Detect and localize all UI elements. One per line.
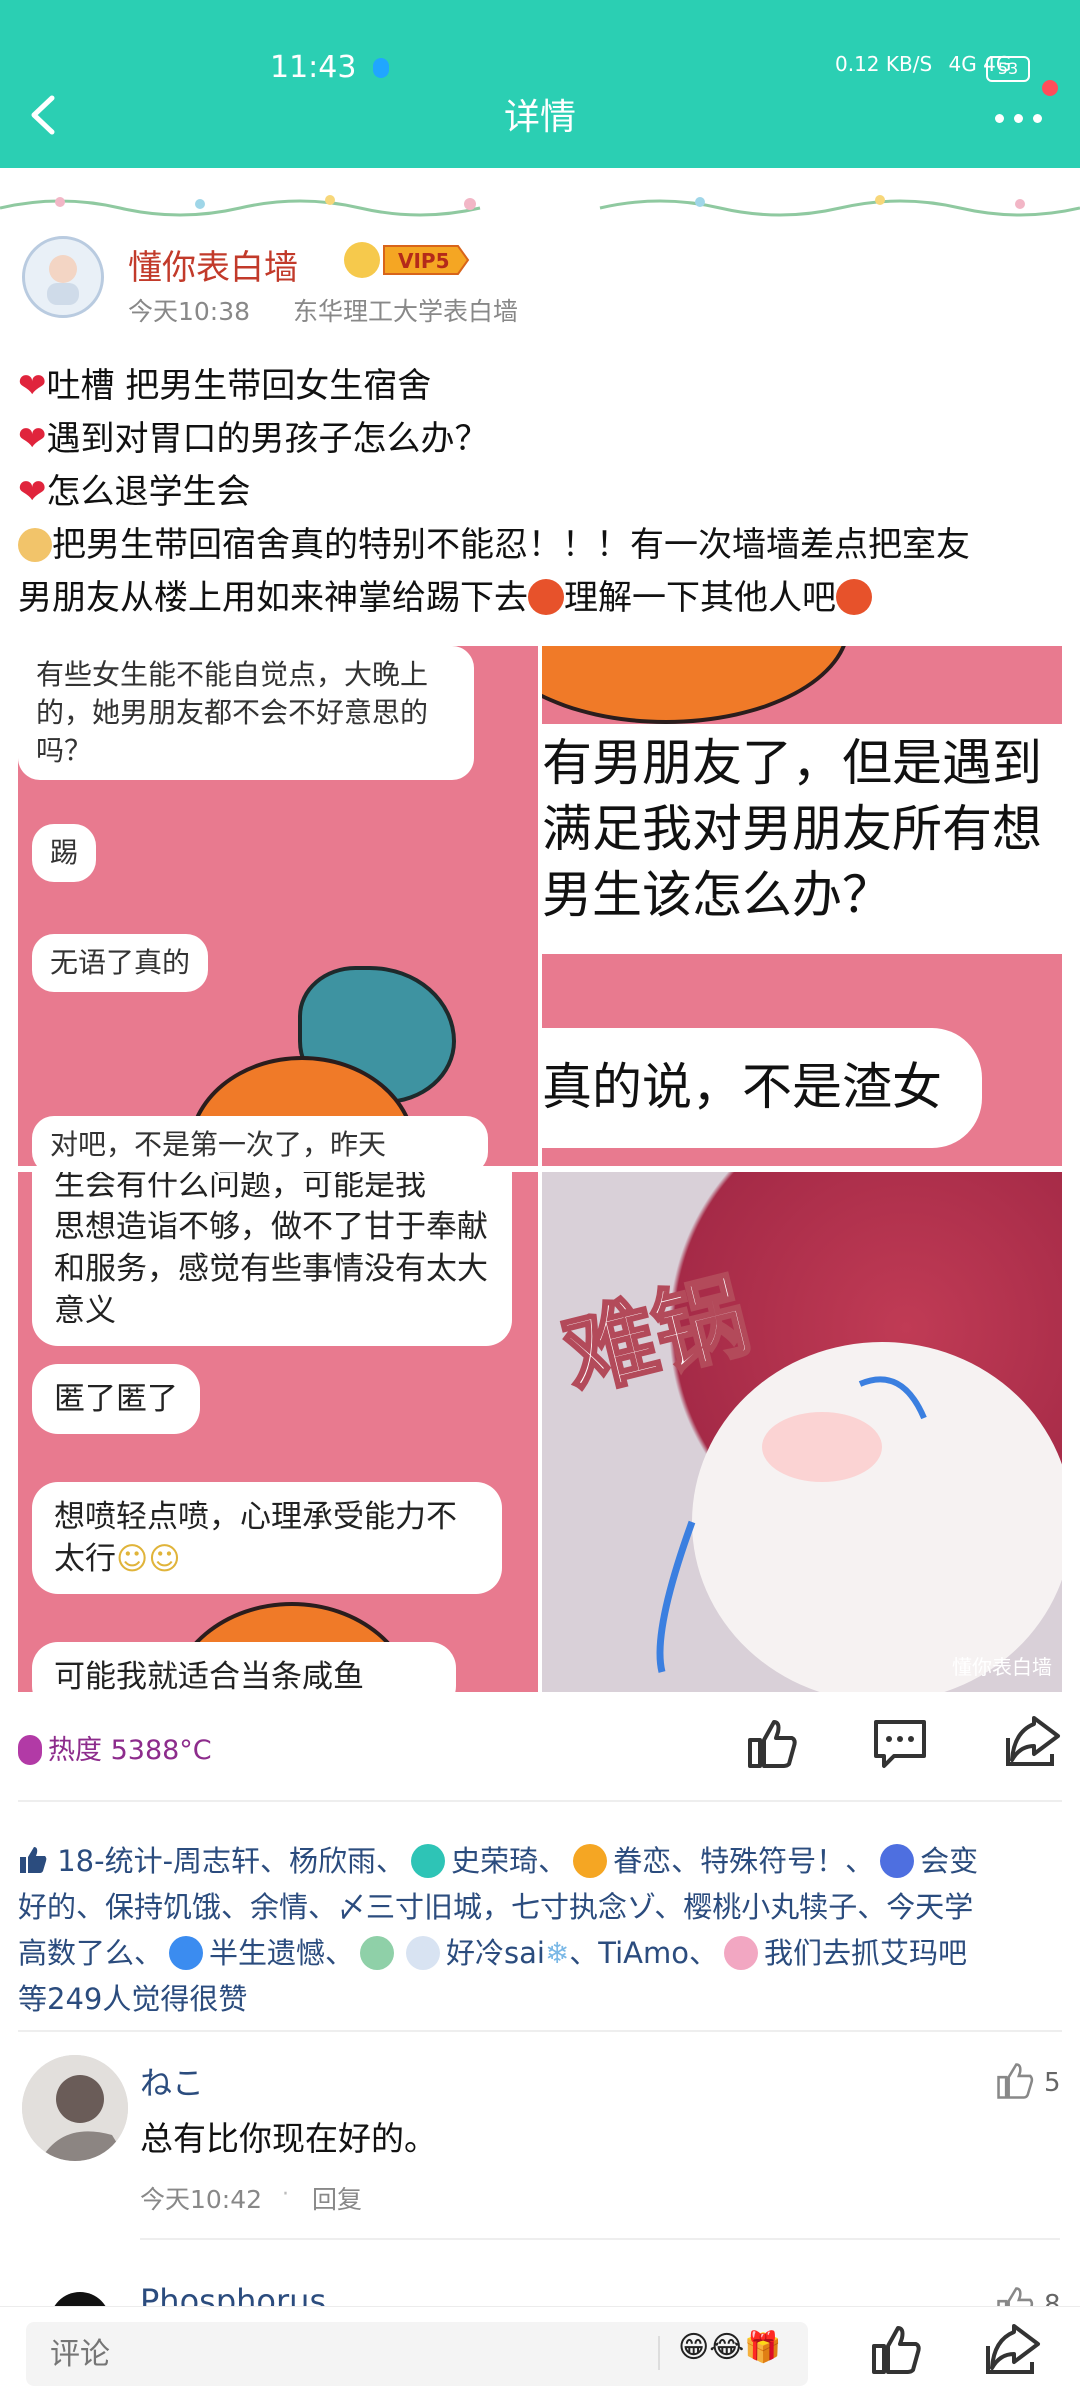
thumbs-up-icon[interactable] — [868, 2322, 924, 2378]
image-watermark: 懂你表白墙 — [952, 1655, 1052, 1679]
post-line: 把男生带回宿舍真的特别不能忍！！！有一次墙墙差点把室友 — [18, 517, 970, 566]
commenter-name[interactable]: ねこ — [140, 2058, 204, 2104]
comment-text: 总有比你现在好的。 — [140, 2119, 437, 2158]
face-emoji-icon — [18, 528, 52, 562]
heart-icon: ❤ — [18, 472, 47, 512]
post-image-4[interactable]: 难锅 懂你表白墙 — [542, 1172, 1062, 1692]
likes-list: 18-统计-周志轩、杨欣雨、 史荣琦、 眷恋、特殊符号！、 会变 — [18, 1838, 978, 1880]
angry-emoji-icon — [836, 579, 872, 615]
emoji-picker-button[interactable]: 😁😂🎁 — [678, 2330, 782, 2365]
comment-like-icon[interactable] — [996, 2062, 1034, 2100]
chat-bubble: 想喷轻点喷，心理承受能力不太行☺☺ — [32, 1482, 502, 1594]
post-time: 今天10:38 — [128, 297, 251, 326]
separator-dot: · — [282, 2182, 289, 2207]
reply-button[interactable]: 回复 — [312, 2180, 362, 2216]
image-text: 男生该怎么办？ — [542, 866, 892, 924]
text-card: 有男朋友了，但是遇到 满足我对男朋友所有想 男生该怎么办？ — [542, 724, 1062, 954]
comment-time: 今天10:42 — [140, 2185, 263, 2214]
carrot-illustration — [542, 646, 850, 724]
post-line: ❤怎么退学生会 — [18, 472, 251, 512]
like-thumb-icon — [20, 1847, 47, 1873]
heart-icon: ❤ — [18, 419, 47, 459]
chat-bubble: 踢 — [32, 824, 97, 882]
image-text: 有男朋友了，但是遇到 — [542, 734, 1042, 792]
image-text: 满足我对男朋友所有想 — [542, 800, 1042, 858]
divider — [18, 1800, 1062, 1802]
divider — [658, 2336, 660, 2370]
comment-icon[interactable] — [872, 1718, 928, 1770]
comment-like-count: 5 — [1044, 2068, 1061, 2098]
user-badge-icon — [573, 1844, 608, 1878]
post-image-1[interactable]: 有些女生能不能自觉点，大晚上的，她男朋友都不会不好意思的吗？ 踢 无语了真的 对… — [18, 646, 538, 1166]
status-network: 0.12 KB/S 4G 4G — [835, 52, 1011, 76]
thumbs-up-icon[interactable] — [744, 1716, 800, 1772]
heart-icon: ❤ — [18, 366, 47, 406]
unread-badge — [1042, 80, 1058, 96]
chat-bubble: 匿了匿了 — [32, 1364, 200, 1434]
post-line: ❤遇到对胃口的男孩子怎么办？ — [18, 419, 489, 459]
vip-badge-icon: VIP5 — [344, 242, 470, 278]
likes-list: 高数了么、 半生遗憾、 好冷sai❄、TiAmo、 我们去抓艾玛吧 — [18, 1936, 968, 1970]
chat-bubble: 对吧，不是第一次了，昨天 — [32, 1116, 488, 1166]
author-name[interactable]: 懂你表白墙 — [128, 240, 298, 289]
notification-dot-icon — [373, 58, 389, 78]
chat-bubble: 有些女生能不能自觉点，大晚上的，她男朋友都不会不好意思的吗？ — [18, 646, 474, 780]
share-icon[interactable] — [1004, 1716, 1062, 1768]
user-badge-icon — [880, 1844, 915, 1878]
image-text: 真的说，不是渣女 — [542, 1058, 942, 1116]
post-image-3[interactable]: 生会有什么问题，可能是我 思想造诣不够，做不了甘于奉献和服务，感觉有些事情没有太大… — [18, 1172, 538, 1692]
commenter-avatar[interactable] — [22, 2055, 128, 2161]
heat-indicator: 热度 5388°C — [18, 1728, 212, 1767]
user-badge-icon — [406, 1936, 441, 1970]
post-line: 男朋友从楼上用如来神掌给踢下去 理解一下其他人吧 — [18, 570, 872, 619]
network-speed: 0.12 KB/S — [835, 52, 933, 76]
user-badge-icon — [411, 1844, 446, 1878]
chat-bubble: 可能我就适合当条咸鱼 — [32, 1642, 456, 1692]
user-badge-icon — [360, 1936, 395, 1970]
app-header — [0, 0, 1080, 168]
divider — [18, 2030, 1062, 2032]
tear-lines-icon — [656, 1376, 927, 1673]
author-avatar[interactable] — [22, 236, 104, 318]
fire-icon — [18, 1735, 42, 1765]
user-badge-icon — [724, 1936, 758, 1970]
battery-icon: 53 — [986, 56, 1030, 82]
share-icon[interactable] — [984, 2324, 1042, 2376]
post-image-2[interactable]: 有男朋友了，但是遇到 满足我对男朋友所有想 男生该怎么办？ 真的说，不是渣女 — [542, 646, 1062, 1166]
chat-bubble: 真的说，不是渣女 — [542, 1028, 982, 1148]
svg-text:VIP5: VIP5 — [398, 249, 450, 273]
angry-emoji-icon — [528, 579, 564, 615]
page-title: 详情 — [503, 97, 576, 138]
status-time: 11:43 — [270, 50, 357, 85]
wall-name[interactable]: 东华理工大学表白墙 — [293, 292, 518, 328]
divider — [140, 2238, 1060, 2240]
decorative-vine-border — [0, 195, 1080, 217]
likes-list[interactable]: 好的、保持饥饿、余情、〆三寸旧城，七寸执念ゾ、樱桃小丸犊子、今天学 — [18, 1884, 973, 1926]
user-badge-icon — [169, 1936, 204, 1970]
more-options-icon[interactable] — [995, 108, 1052, 127]
chat-bubble: 无语了真的 — [32, 934, 209, 992]
likes-summary: 等249人觉得很赞 — [18, 1982, 248, 2016]
chat-bubble: 生会有什么问题，可能是我 思想造诣不够，做不了甘于奉献和服务，感觉有些事情没有太大… — [32, 1172, 512, 1346]
post-line: ❤吐槽 把男生带回女生宿舍 — [18, 366, 432, 406]
